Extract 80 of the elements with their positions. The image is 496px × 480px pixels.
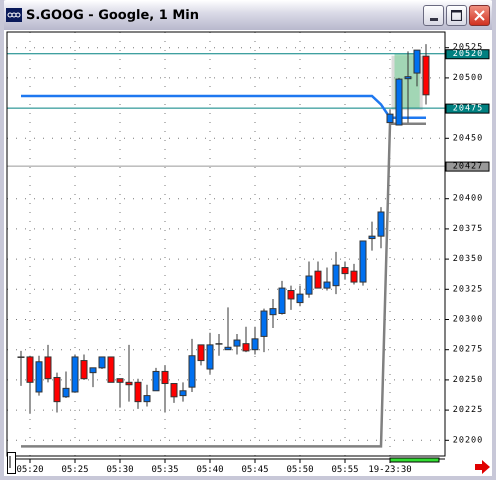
candlestick [378, 206, 384, 249]
y-tick-label: 20500 [452, 72, 484, 83]
candlestick [306, 261, 312, 298]
candlestick [80, 354, 88, 380]
ref-line-label: 20427 [452, 162, 484, 172]
candlestick [116, 378, 124, 408]
candlestick [26, 355, 34, 414]
y-tick-label: 20275 [452, 344, 484, 355]
candlestick [422, 44, 430, 105]
y-tick-label: 20300 [452, 314, 484, 324]
minimize-button[interactable] [423, 4, 444, 26]
y-tick-label: 20250 [452, 374, 484, 385]
minimize-icon [430, 18, 438, 20]
x-tick-label: 19-23:30 [368, 465, 412, 475]
candlestick [180, 382, 186, 402]
y-tick-label: 20375 [452, 224, 484, 234]
candlestick [126, 344, 132, 402]
app-logo-icon [6, 8, 22, 22]
candlestick [198, 344, 204, 366]
x-tick-label: 05:55 [331, 465, 359, 475]
candlestick [144, 384, 150, 407]
candlestick [188, 338, 196, 392]
candlestick [342, 261, 348, 280]
candlestick [296, 285, 304, 307]
maximize-button[interactable] [446, 4, 467, 26]
candlestick [224, 306, 232, 350]
candlestick [206, 332, 214, 374]
candlestick [314, 261, 322, 289]
candlestick [90, 367, 96, 388]
x-tick-label: 05:25 [61, 465, 89, 475]
candlestick [234, 334, 240, 356]
candlestick [270, 298, 276, 328]
x-tick-label: 05:50 [286, 465, 314, 475]
candlestick [98, 356, 106, 370]
x-tick-label: 05:35 [151, 465, 179, 475]
y-tick-label: 20450 [452, 133, 484, 144]
candlestick [152, 367, 160, 392]
candlestick [108, 356, 114, 383]
x-tick-label: 05:45 [241, 465, 269, 475]
candlestick [386, 108, 394, 124]
arrow-right-icon[interactable] [475, 460, 490, 474]
maximize-icon [451, 10, 462, 20]
candlestick [332, 251, 340, 295]
close-button[interactable] [469, 4, 490, 26]
candlestick [414, 50, 420, 87]
close-icon [474, 10, 485, 20]
candlestick [162, 364, 168, 414]
candlestick [260, 308, 268, 353]
candlestick [62, 370, 70, 399]
candlestick [288, 285, 294, 310]
y-tick-label: 20200 [452, 435, 484, 446]
y-tick-label: 20225 [452, 405, 484, 416]
candlestick [72, 354, 78, 392]
x-tick-label: 05:30 [106, 465, 134, 475]
window-title: S.GOOG - Google, 1 Min [26, 8, 200, 22]
candlestick [216, 334, 222, 356]
candlestick [324, 267, 330, 291]
candlestick [252, 326, 258, 356]
candlestick [350, 263, 358, 285]
x-tick-label: 05:20 [16, 465, 44, 475]
scroll-handle[interactable] [7, 452, 16, 474]
candlestick [134, 378, 142, 410]
y-tick-label: 20325 [452, 284, 484, 294]
ref-line-label: 20475 [452, 104, 484, 114]
candlestick [170, 383, 178, 404]
price-marker: 20475 [446, 104, 490, 114]
price-marker: 20427 [446, 162, 490, 172]
x-tick-label: 05:40 [196, 465, 224, 475]
candlestick [44, 344, 52, 383]
price-marker: 20520 [446, 49, 490, 60]
candlestick [242, 326, 250, 353]
candlestick [54, 372, 60, 414]
y-tick-label: 20400 [452, 194, 484, 204]
candlestick [396, 77, 402, 126]
candlestick [18, 350, 24, 386]
candlestick [360, 240, 366, 286]
y-tick-label: 20350 [452, 254, 484, 264]
candlestick [36, 355, 42, 396]
candlestick [278, 280, 286, 316]
candlestick [368, 221, 376, 252]
